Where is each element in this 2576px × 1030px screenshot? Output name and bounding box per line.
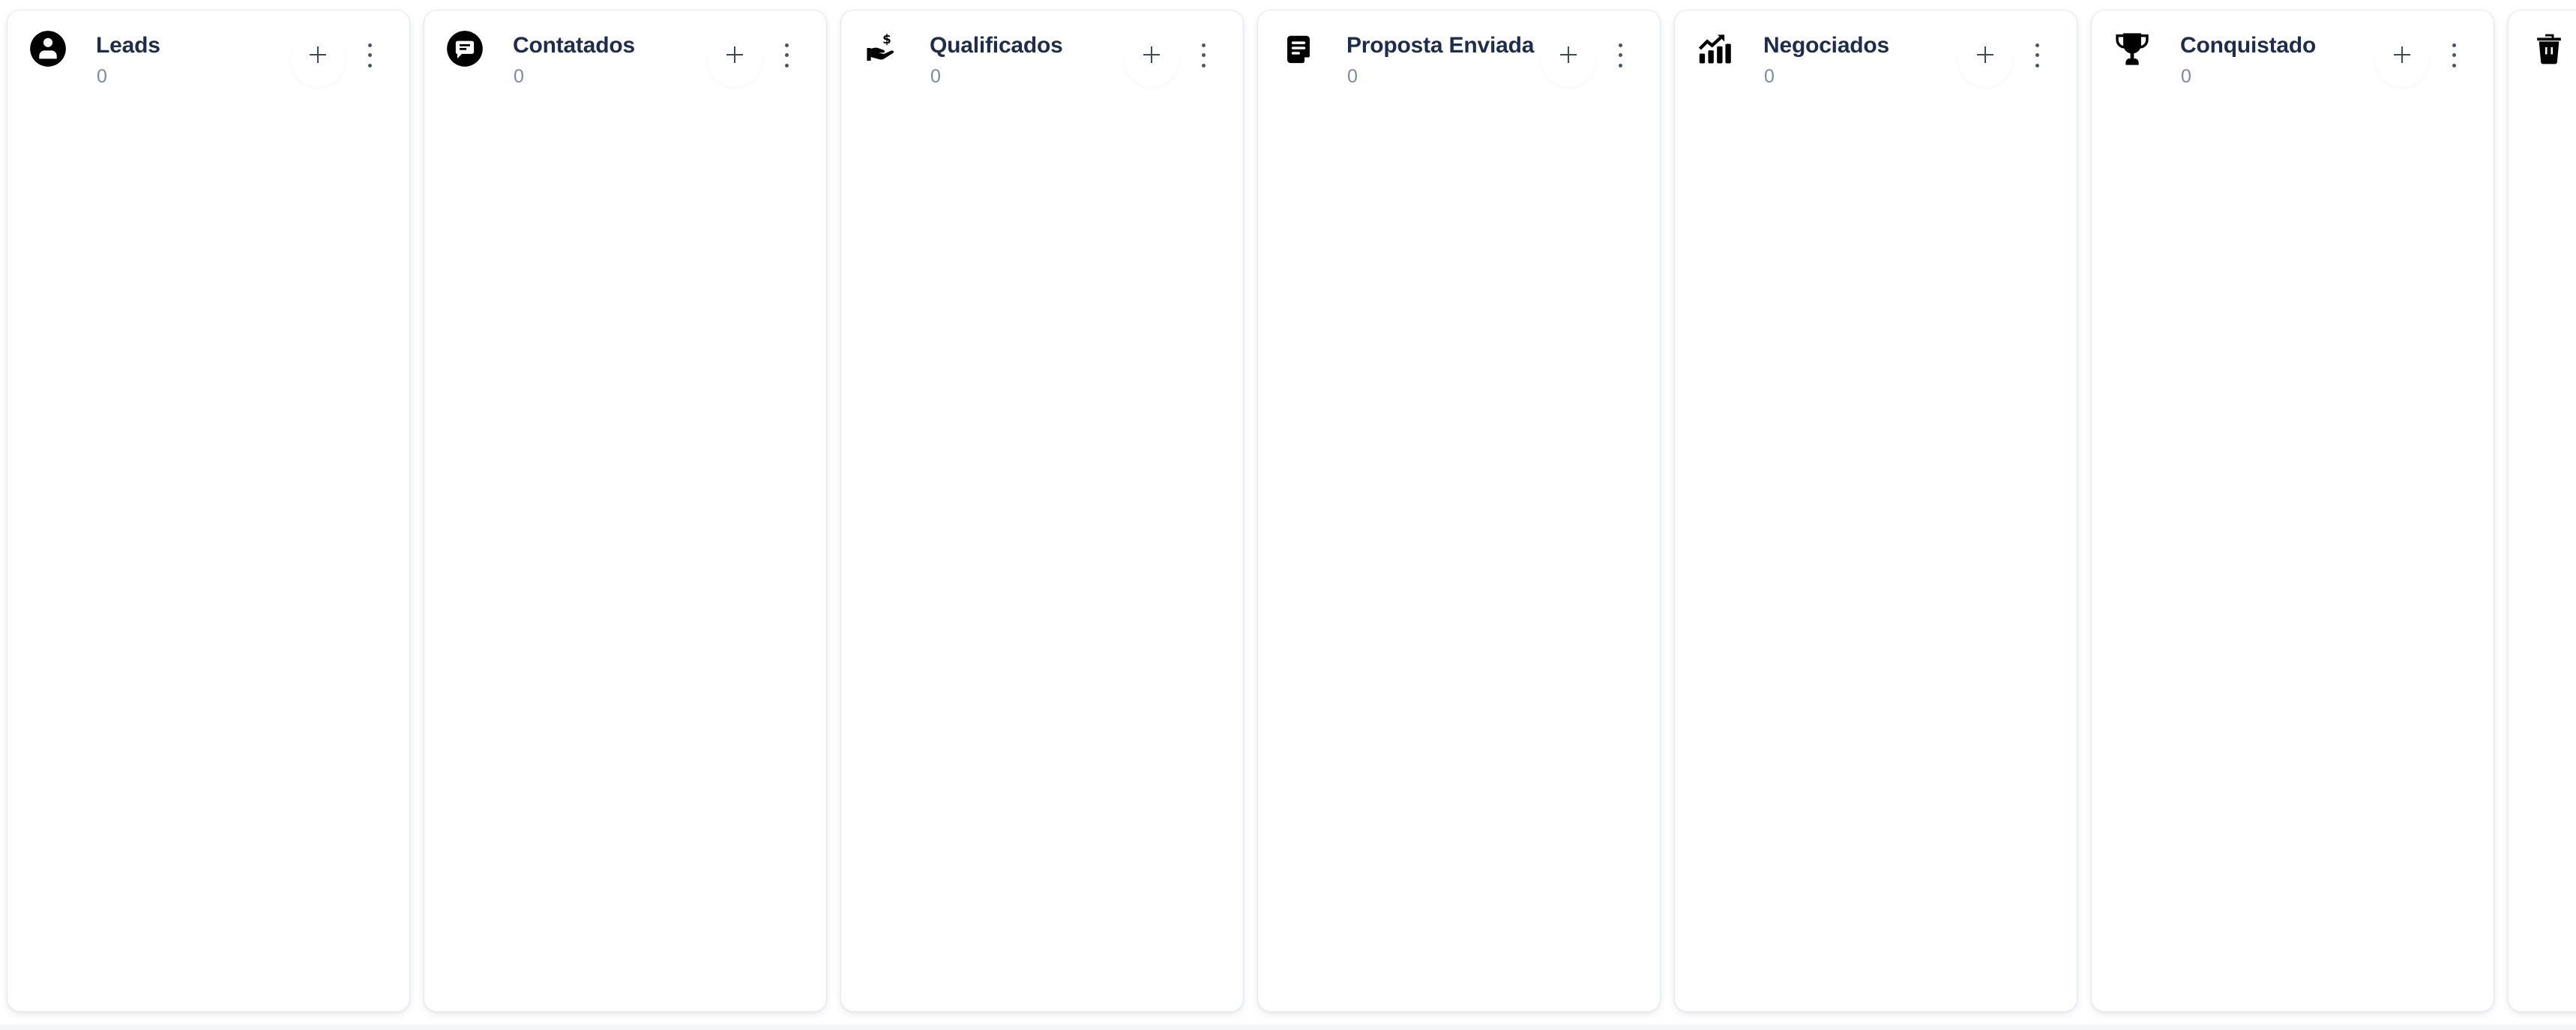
column-header: Proposta Enviada 0 xyxy=(1258,10,1660,93)
more-options-button[interactable] xyxy=(1194,40,1215,79)
column-title: Leads xyxy=(96,33,160,58)
column-header xyxy=(2509,10,2576,93)
column-header: Contatados 0 xyxy=(424,10,826,93)
column-card-list[interactable] xyxy=(2509,93,2576,1011)
trophy-icon xyxy=(2112,28,2152,69)
kebab-icon xyxy=(2035,43,2039,47)
more-options-button[interactable] xyxy=(2027,40,2048,79)
column-card-list[interactable] xyxy=(7,93,409,1011)
kebab-icon xyxy=(1619,43,1622,47)
more-options-button[interactable] xyxy=(360,40,381,79)
more-options-button[interactable] xyxy=(2444,40,2465,79)
column-title: Proposta Enviada xyxy=(1346,33,1535,58)
column-title: Qualificados xyxy=(930,33,1063,58)
add-card-button[interactable] xyxy=(2375,33,2429,87)
column-card-list[interactable] xyxy=(1675,93,2077,1011)
column-card-list[interactable] xyxy=(2092,93,2494,1011)
column-count: 0 xyxy=(930,66,941,87)
more-options-button[interactable] xyxy=(777,40,798,79)
column-count: 0 xyxy=(1764,66,1775,87)
column-header: Negociados 0 xyxy=(1675,10,2077,93)
horizontal-scrollbar[interactable] xyxy=(0,1025,2576,1030)
column-header: $ Qualificados 0 xyxy=(841,10,1243,93)
more-options-button[interactable] xyxy=(1610,40,1631,79)
document-icon xyxy=(1278,28,1319,69)
hand-dollar-icon: $ xyxy=(861,28,902,69)
add-card-button[interactable] xyxy=(1541,33,1595,87)
chat-bubble-icon xyxy=(445,28,485,69)
column-qualificados: $ Qualificados 0 xyxy=(840,10,1244,1012)
add-card-button[interactable] xyxy=(1958,33,2012,87)
kebab-icon xyxy=(2452,43,2456,47)
account-circle-icon xyxy=(28,28,68,69)
column-title: Negociados xyxy=(1763,33,1890,58)
column-count: 0 xyxy=(97,66,107,87)
kebab-icon xyxy=(1202,43,1206,47)
column-conquistado: Conquistado 0 xyxy=(2091,10,2494,1012)
column-title: Contatados xyxy=(513,33,636,58)
kanban-board: Leads 0 Contatados 0 $ Qualificados 0 Pr… xyxy=(0,0,2576,1030)
add-card-button[interactable] xyxy=(291,33,345,87)
column-card-list[interactable] xyxy=(841,93,1243,1011)
trash-icon xyxy=(2529,28,2569,69)
add-card-button[interactable] xyxy=(1125,33,1179,87)
column-trash xyxy=(2508,10,2576,1012)
column-card-list[interactable] xyxy=(424,93,826,1011)
column-negociados: Negociados 0 xyxy=(1674,10,2077,1012)
add-card-button[interactable] xyxy=(708,33,762,87)
column-header: Leads 0 xyxy=(7,10,409,93)
kebab-icon xyxy=(785,43,789,47)
column-proposta-enviada: Proposta Enviada 0 xyxy=(1257,10,1661,1012)
trending-chart-icon xyxy=(1695,28,1736,69)
column-title: Conquistado xyxy=(2180,33,2317,58)
column-header: Conquistado 0 xyxy=(2092,10,2494,93)
column-count: 0 xyxy=(1347,66,1358,87)
column-contatados: Contatados 0 xyxy=(424,10,827,1012)
column-count: 0 xyxy=(2181,66,2191,87)
column-leads: Leads 0 xyxy=(7,10,410,1012)
column-count: 0 xyxy=(514,66,524,87)
kebab-icon xyxy=(368,43,372,47)
column-card-list[interactable] xyxy=(1258,93,1660,1011)
svg-text:$: $ xyxy=(882,31,891,46)
